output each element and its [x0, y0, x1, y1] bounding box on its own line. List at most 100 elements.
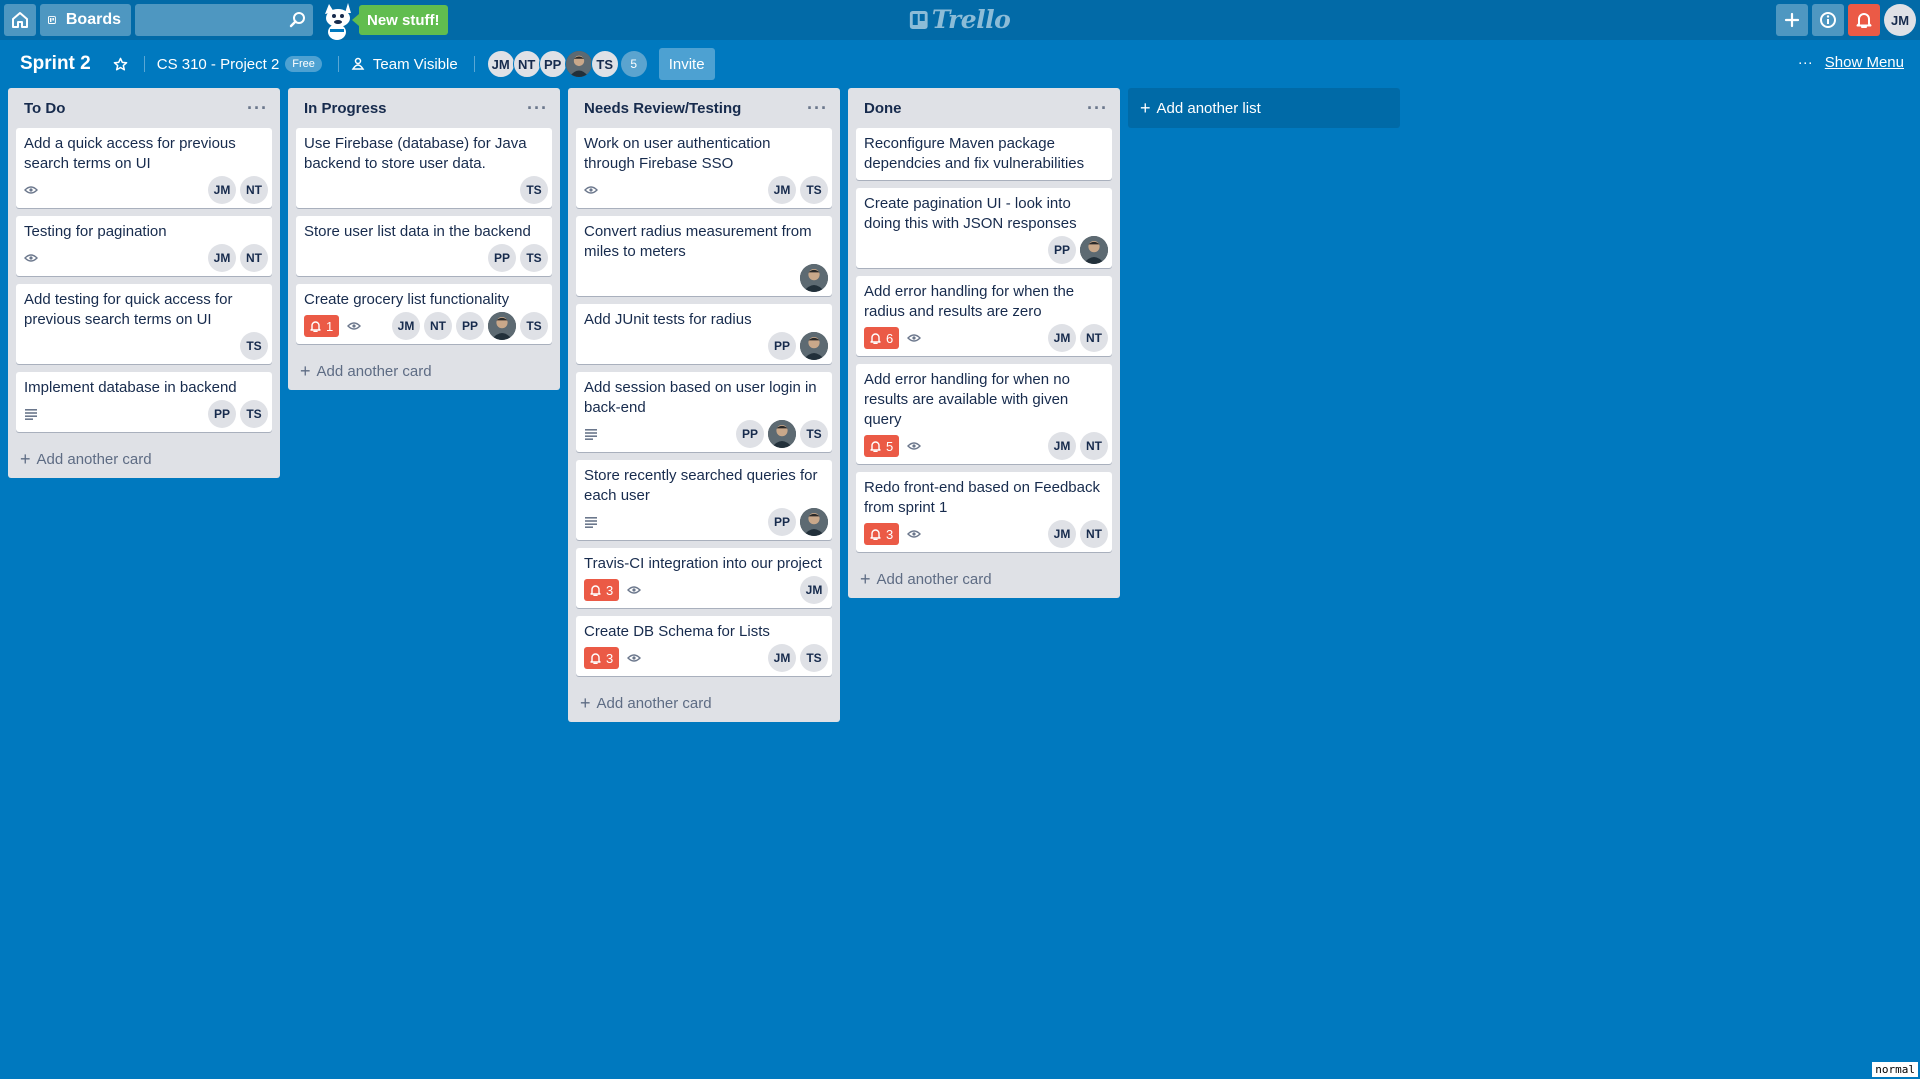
member-avatar[interactable]: TS	[520, 176, 548, 204]
card[interactable]: Add error handling for when no results a…	[856, 364, 1112, 464]
card[interactable]: Redo front-end based on Feedback from sp…	[856, 472, 1112, 552]
due-alert-badge[interactable]: 5	[864, 435, 900, 457]
card[interactable]: Reconfigure Maven package dependcies and…	[856, 128, 1112, 180]
card[interactable]: Add testing for quick access for previou…	[16, 284, 272, 364]
add-card-button[interactable]: + Add another card	[856, 560, 1112, 598]
add-list-button[interactable]: + Add another list	[1128, 88, 1400, 128]
member-avatar[interactable]: NT	[240, 244, 268, 272]
member-avatar-photo[interactable]	[800, 332, 828, 360]
member-avatar[interactable]: JM	[486, 50, 515, 78]
list-title[interactable]: Done	[864, 100, 902, 117]
board-title[interactable]: Sprint 2	[20, 53, 91, 75]
member-avatar[interactable]: PP	[208, 400, 236, 428]
member-avatar[interactable]: JM	[800, 576, 828, 604]
member-avatar[interactable]: PP	[488, 244, 516, 272]
user-avatar[interactable]: JM	[1884, 4, 1916, 36]
due-alert-badge[interactable]: 6	[864, 327, 900, 349]
card[interactable]: Add a quick access for previous search t…	[16, 128, 272, 208]
member-avatar[interactable]: JM	[768, 644, 796, 672]
card[interactable]: Implement database in backend PP TS	[16, 372, 272, 432]
boards-button[interactable]: Boards	[40, 4, 131, 36]
list-menu-icon[interactable]: ···	[807, 98, 828, 119]
search-input[interactable]	[135, 4, 313, 36]
member-avatar-photo[interactable]	[800, 508, 828, 536]
member-avatar-photo[interactable]	[1080, 236, 1108, 264]
card-members: JM TS	[768, 644, 828, 672]
card[interactable]: Create DB Schema for Lists 3 JM TS	[576, 616, 832, 676]
member-avatar[interactable]: PP	[456, 312, 484, 340]
notifications-button[interactable]	[1848, 4, 1880, 36]
list-menu-icon[interactable]: ···	[1087, 98, 1108, 119]
member-avatar[interactable]: NT	[1080, 520, 1108, 548]
member-avatar[interactable]: JM	[392, 312, 420, 340]
member-avatar[interactable]: JM	[1048, 520, 1076, 548]
new-stuff-button[interactable]: New stuff!	[352, 5, 448, 35]
card[interactable]: Add error handling for when the radius a…	[856, 276, 1112, 356]
member-avatar[interactable]: JM	[1048, 432, 1076, 460]
due-alert-badge[interactable]: 3	[864, 523, 900, 545]
star-button[interactable]	[113, 57, 128, 72]
member-avatar[interactable]: TS	[800, 644, 828, 672]
card[interactable]: Convert radius measurement from miles to…	[576, 216, 832, 296]
taco-mascot-icon[interactable]	[317, 0, 357, 40]
search-icon[interactable]	[289, 11, 307, 29]
card[interactable]: Store recently searched queries for each…	[576, 460, 832, 540]
due-alert-badge[interactable]: 3	[584, 647, 620, 669]
list-title[interactable]: In Progress	[304, 100, 387, 117]
add-card-button[interactable]: + Add another card	[296, 352, 552, 390]
due-alert-badge[interactable]: 1	[304, 315, 340, 337]
list-menu-icon[interactable]: ···	[247, 98, 268, 119]
member-avatar[interactable]: PP	[736, 420, 764, 448]
card[interactable]: Work on user authentication through Fire…	[576, 128, 832, 208]
member-avatar[interactable]: TS	[240, 332, 268, 360]
trello-logo[interactable]: Trello	[909, 5, 1011, 34]
show-menu-button[interactable]: ··· Show Menu	[1798, 54, 1904, 71]
card[interactable]: Store user list data in the backend PP TS	[296, 216, 552, 276]
search-box[interactable]	[135, 4, 313, 36]
list-title[interactable]: Needs Review/Testing	[584, 100, 741, 117]
card[interactable]: Use Firebase (database) for Java backend…	[296, 128, 552, 208]
member-avatar-photo[interactable]	[564, 50, 593, 78]
member-avatar[interactable]: TS	[590, 50, 619, 78]
member-avatar[interactable]: PP	[538, 50, 567, 78]
card[interactable]: Testing for pagination JM NT	[16, 216, 272, 276]
board-header: Sprint 2 CS 310 - Project 2 Free Team Vi…	[0, 40, 1920, 88]
member-avatar[interactable]: NT	[512, 50, 541, 78]
info-button[interactable]	[1812, 4, 1844, 36]
card[interactable]: Add JUnit tests for radius PP	[576, 304, 832, 364]
add-card-button[interactable]: + Add another card	[576, 684, 832, 722]
member-avatar[interactable]: NT	[240, 176, 268, 204]
list-menu-icon[interactable]: ···	[527, 98, 548, 119]
member-avatar-photo[interactable]	[800, 264, 828, 292]
member-avatar[interactable]: JM	[1048, 324, 1076, 352]
member-avatar[interactable]: JM	[208, 176, 236, 204]
invite-button[interactable]: Invite	[658, 48, 715, 80]
card[interactable]: Create pagination UI - look into doing t…	[856, 188, 1112, 268]
visibility-button[interactable]: Team Visible	[351, 56, 458, 73]
member-avatar[interactable]: JM	[768, 176, 796, 204]
member-avatar[interactable]: TS	[520, 312, 548, 340]
card[interactable]: Create grocery list functionality 1 JM NT PP…	[296, 284, 552, 344]
member-avatar[interactable]: TS	[800, 176, 828, 204]
team-button[interactable]: CS 310 - Project 2 Free	[157, 56, 322, 73]
member-avatar[interactable]: PP	[1048, 236, 1076, 264]
member-avatar[interactable]: NT	[1080, 432, 1108, 460]
member-avatar[interactable]: JM	[208, 244, 236, 272]
member-avatar[interactable]: PP	[768, 332, 796, 360]
member-avatar[interactable]: TS	[800, 420, 828, 448]
member-avatar[interactable]: TS	[520, 244, 548, 272]
card[interactable]: Travis-CI integration into our project 3 J…	[576, 548, 832, 608]
due-alert-badge[interactable]: 3	[584, 579, 620, 601]
home-button[interactable]	[4, 4, 36, 36]
member-avatar-photo[interactable]	[488, 312, 516, 340]
member-avatar[interactable]: NT	[424, 312, 452, 340]
member-avatar[interactable]: NT	[1080, 324, 1108, 352]
card[interactable]: Add session based on user login in back-…	[576, 372, 832, 452]
member-avatar[interactable]: PP	[768, 508, 796, 536]
create-button[interactable]	[1776, 4, 1808, 36]
add-card-button[interactable]: + Add another card	[16, 440, 272, 478]
list-title[interactable]: To Do	[24, 100, 65, 117]
more-members-count[interactable]: 5	[620, 51, 647, 77]
member-avatar[interactable]: TS	[240, 400, 268, 428]
member-avatar-photo[interactable]	[768, 420, 796, 448]
